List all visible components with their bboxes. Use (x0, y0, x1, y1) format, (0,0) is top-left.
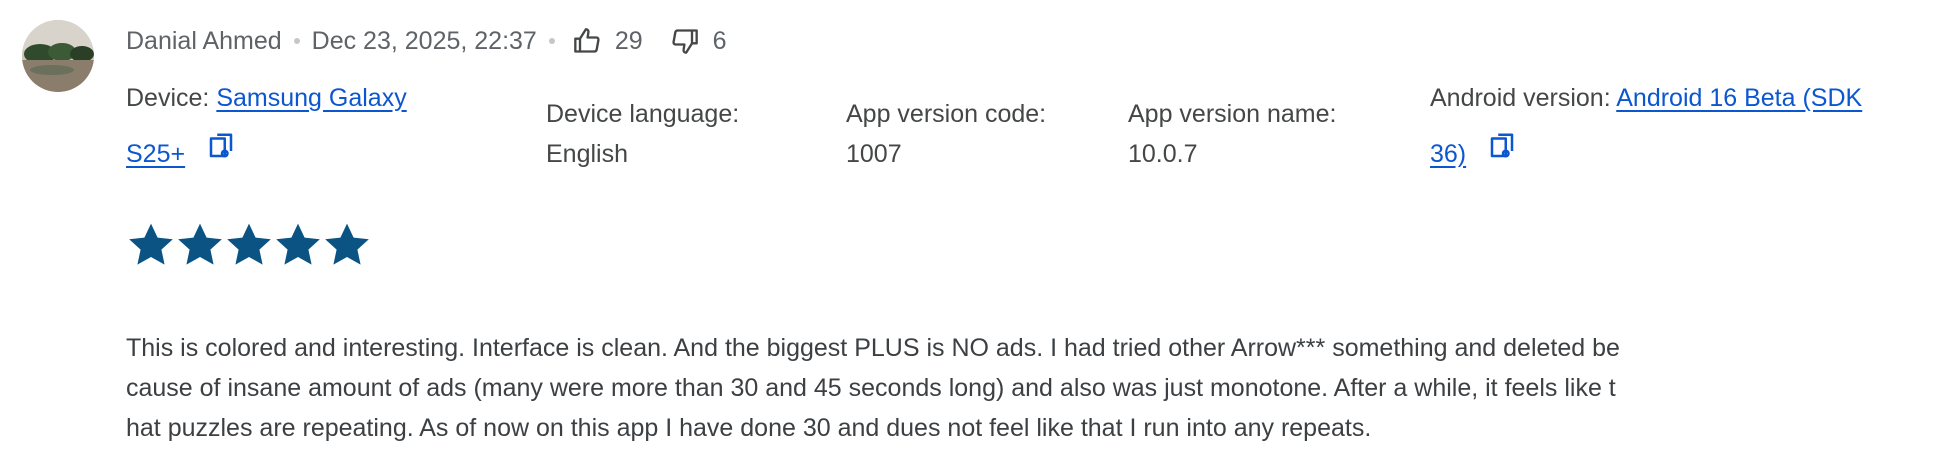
device-language-label: Device language: (546, 100, 740, 128)
copy-icon (1487, 133, 1517, 167)
device-label: Device: (126, 84, 210, 112)
review-text-line: This is colored and interesting. Interfa… (126, 334, 1620, 362)
review-date: Dec 23, 2025, 22:37 (311, 26, 537, 55)
copy-device-button[interactable] (206, 131, 236, 173)
star-rating (127, 222, 372, 268)
copy-android-version-button[interactable] (1487, 131, 1517, 173)
thumbs-up-button[interactable]: 29 (573, 27, 643, 56)
star-icon (323, 222, 371, 268)
star-icon (274, 222, 322, 268)
app-version-name-info: App version name: 10.0.7 (1128, 94, 1336, 174)
app-version-code-info: App version code: 1007 (846, 94, 1046, 174)
review-meta: Danial Ahmed Dec 23, 2025, 22:37 29 6 (126, 22, 727, 60)
review-text: This is colored and interesting. Interfa… (126, 328, 1916, 448)
separator-dot (548, 38, 555, 44)
app-version-name-value: 10.0.7 (1128, 140, 1198, 168)
star-icon (176, 222, 224, 268)
android-version-info: Android version: Android 16 Beta (SDK 36… (1430, 78, 1862, 174)
device-link[interactable]: Samsung Galaxy (216, 84, 406, 112)
thumbs-up-count: 29 (614, 26, 643, 55)
review-text-line: cause of insane amount of ads (many were… (126, 374, 1616, 402)
review-text-line: hat puzzles are repeating. As of now on … (126, 414, 1372, 442)
android-version-label: Android version: (1430, 84, 1611, 112)
android-version-link[interactable]: Android 16 Beta (SDK (1616, 84, 1862, 112)
device-info: Device: Samsung Galaxy S25+ (126, 78, 407, 174)
review-card: Danial Ahmed Dec 23, 2025, 22:37 29 6 De… (0, 0, 1956, 476)
device-language-value: English (546, 140, 628, 168)
separator-dot (293, 38, 300, 44)
thumbs-down-button[interactable]: 6 (671, 27, 727, 56)
app-version-name-label: App version name: (1128, 100, 1337, 128)
device-link-cont[interactable]: S25+ (126, 140, 185, 168)
thumbs-up-icon (573, 27, 601, 55)
android-version-link-cont[interactable]: 36) (1430, 140, 1466, 168)
device-language-info: Device language: English (546, 94, 739, 174)
thumbs-down-icon (671, 27, 699, 55)
thumbs-down-count: 6 (712, 26, 727, 55)
app-version-code-value: 1007 (846, 140, 902, 168)
author-name: Danial Ahmed (126, 26, 282, 55)
app-version-code-label: App version code: (846, 100, 1047, 128)
star-icon (127, 222, 175, 268)
copy-icon (206, 133, 236, 167)
star-icon (225, 222, 273, 268)
avatar (22, 20, 94, 92)
